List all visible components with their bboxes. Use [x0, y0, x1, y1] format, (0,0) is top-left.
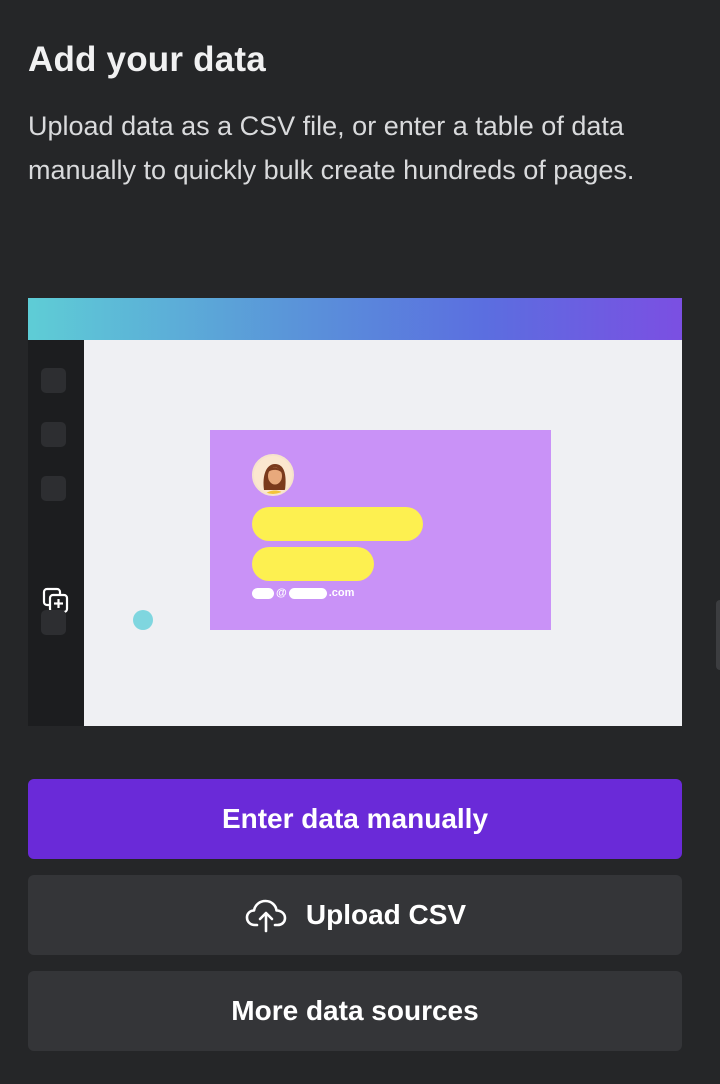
panel-edge-handle	[716, 600, 720, 670]
upload-csv-label: Upload CSV	[305, 899, 467, 930]
avatar	[252, 454, 294, 496]
sidebar-placeholder-icon	[41, 422, 66, 447]
cloud-upload-icon	[245, 899, 287, 933]
email-at-sign: @	[276, 587, 287, 599]
text-placeholder-bar	[252, 507, 423, 541]
panel-description: Upload data as a CSV file, or enter a ta…	[28, 111, 635, 185]
bulk-create-illustration: @ .com	[28, 298, 682, 726]
email-placeholder: @ .com	[252, 586, 354, 600]
illustration-header-bar	[28, 298, 682, 340]
upload-csv-button[interactable]: Upload CSV	[28, 875, 682, 955]
decorative-dot	[133, 610, 153, 630]
sidebar-placeholder-icon	[41, 476, 66, 501]
text-placeholder-bar	[252, 547, 374, 581]
email-domain: .com	[328, 587, 355, 599]
sidebar-placeholder-icon	[41, 610, 66, 635]
sample-design-card: @ .com	[210, 430, 551, 630]
panel-title: Add your data	[28, 40, 266, 79]
bulk-create-panel: Add your data Upload data as a CSV file,…	[0, 0, 720, 1084]
email-host-blob	[288, 587, 327, 599]
sidebar-placeholder-icon	[41, 368, 66, 393]
more-data-sources-label: More data sources	[231, 995, 479, 1026]
more-data-sources-button[interactable]: More data sources	[28, 971, 682, 1051]
email-user-blob	[252, 587, 274, 599]
illustration-sidebar	[28, 340, 84, 726]
enter-data-manually-label: Enter data manually	[221, 803, 489, 834]
enter-data-manually-button[interactable]: Enter data manually	[28, 779, 682, 859]
